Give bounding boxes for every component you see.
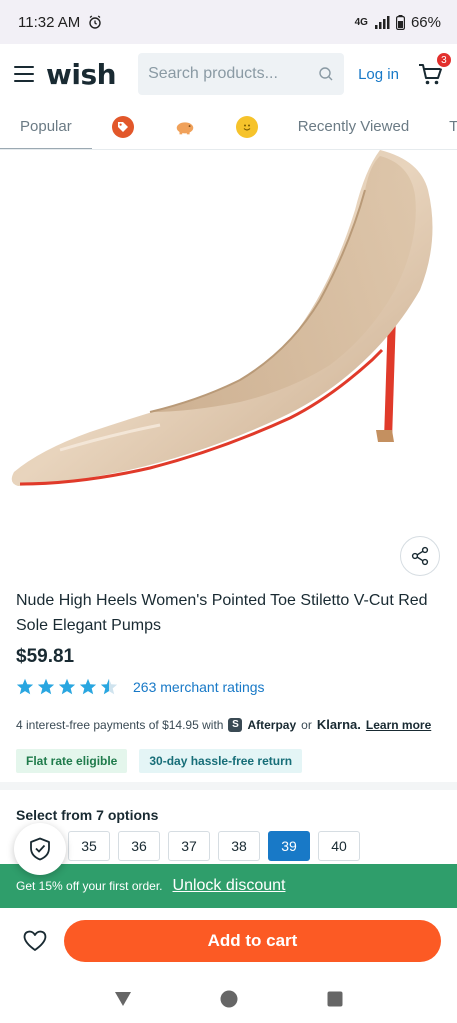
system-nav-bar xyxy=(0,974,457,1023)
product-image[interactable] xyxy=(0,150,457,580)
size-option-39[interactable]: 39 xyxy=(268,831,310,861)
search-icon xyxy=(319,67,333,81)
size-option-35[interactable]: 35 xyxy=(68,831,110,861)
unlock-discount-link[interactable]: Unlock discount xyxy=(173,877,286,895)
star-icon xyxy=(58,678,76,695)
tab-fun[interactable] xyxy=(216,104,278,149)
half-star-icon xyxy=(100,678,118,695)
installments-text: 4 interest-free payments of $14.95 with xyxy=(16,717,224,732)
installments-info: 4 interest-free payments of $14.95 with … xyxy=(16,717,446,732)
search-input[interactable]: Search products... xyxy=(138,53,345,95)
rating-count[interactable]: 263 merchant ratings xyxy=(133,679,265,695)
share-button[interactable] xyxy=(400,536,440,576)
tab-savings[interactable] xyxy=(154,104,216,149)
status-time-group: 11:32 AM xyxy=(18,14,102,31)
tab-label: Recently Viewed xyxy=(297,118,410,135)
battery-percentage: 66% xyxy=(410,13,441,31)
recents-icon[interactable] xyxy=(326,990,344,1008)
size-option-40[interactable]: 40 xyxy=(318,831,360,861)
tag-icon xyxy=(111,115,134,138)
add-to-cart-button[interactable]: Add to cart xyxy=(63,920,441,962)
tab-trending[interactable]: Tr xyxy=(429,104,457,149)
cart-count-badge: 3 xyxy=(434,51,453,69)
status-bar: 11:32 AM 4G 66% xyxy=(0,0,457,44)
size-option-38[interactable]: 38 xyxy=(218,831,260,861)
signal-icon xyxy=(374,16,390,29)
star-icon xyxy=(79,678,97,695)
afterpay-label: Afterpay xyxy=(247,717,297,732)
promo-banner: Get 15% off your first order. Unlock dis… xyxy=(0,864,457,908)
wish-logo[interactable]: wish xyxy=(46,58,117,91)
search-placeholder: Search products... xyxy=(148,65,278,82)
product-title: Nude High Heels Women's Pointed Toe Stil… xyxy=(16,592,428,634)
piggy-bank-icon xyxy=(174,116,196,138)
bottom-action-bar: Add to cart xyxy=(0,908,457,974)
tab-popular[interactable]: Popular xyxy=(0,104,92,149)
status-time: 11:32 AM xyxy=(18,13,81,31)
tab-recently-viewed[interactable]: Recently Viewed xyxy=(278,104,429,149)
klarna-logo: Klarna. xyxy=(316,717,361,732)
options-label: Select from 7 options xyxy=(16,807,159,823)
status-right-group: 4G 66% xyxy=(355,14,441,31)
afterpay-icon: S xyxy=(228,717,243,732)
size-option-37[interactable]: 37 xyxy=(168,831,210,861)
battery-icon xyxy=(395,14,405,30)
product-rating[interactable]: 263 merchant ratings xyxy=(16,678,265,695)
size-options: 35 36 37 38 39 40 xyxy=(68,831,360,861)
category-tabs: Popular Recently Viewed Tr xyxy=(0,104,457,150)
tab-label: Popular xyxy=(20,118,72,135)
learn-more-link[interactable]: Learn more xyxy=(366,718,431,732)
alarm-icon xyxy=(89,15,101,29)
app-header: wish Search products... Log in 3 xyxy=(0,44,457,104)
emoji-icon xyxy=(235,115,258,138)
login-link[interactable]: Log in xyxy=(358,66,399,83)
return-policy-badge: 30-day hassle-free return xyxy=(139,749,303,773)
shield-check-icon xyxy=(30,837,50,861)
promo-text: Get 15% off your first order. xyxy=(16,879,163,893)
tab-label: Tr xyxy=(449,118,457,135)
or-label: or xyxy=(301,717,312,732)
purchase-protection-button[interactable] xyxy=(14,823,66,875)
share-icon xyxy=(411,546,429,566)
back-icon[interactable] xyxy=(113,990,133,1008)
heart-icon[interactable] xyxy=(22,929,48,953)
product-badges: Flat rate eligible 30-day hassle-free re… xyxy=(16,749,303,773)
hamburger-menu-icon[interactable] xyxy=(14,66,34,82)
tab-deals[interactable] xyxy=(92,104,154,149)
network-label: 4G xyxy=(354,16,368,28)
home-icon[interactable] xyxy=(219,989,239,1009)
flat-rate-badge: Flat rate eligible xyxy=(16,749,128,773)
product-price: $59.81 xyxy=(16,646,75,667)
star-icon xyxy=(37,678,55,695)
star-icon xyxy=(16,678,34,695)
cart-button[interactable]: 3 xyxy=(417,51,453,87)
size-option-36[interactable]: 36 xyxy=(118,831,160,861)
section-divider xyxy=(0,782,457,790)
